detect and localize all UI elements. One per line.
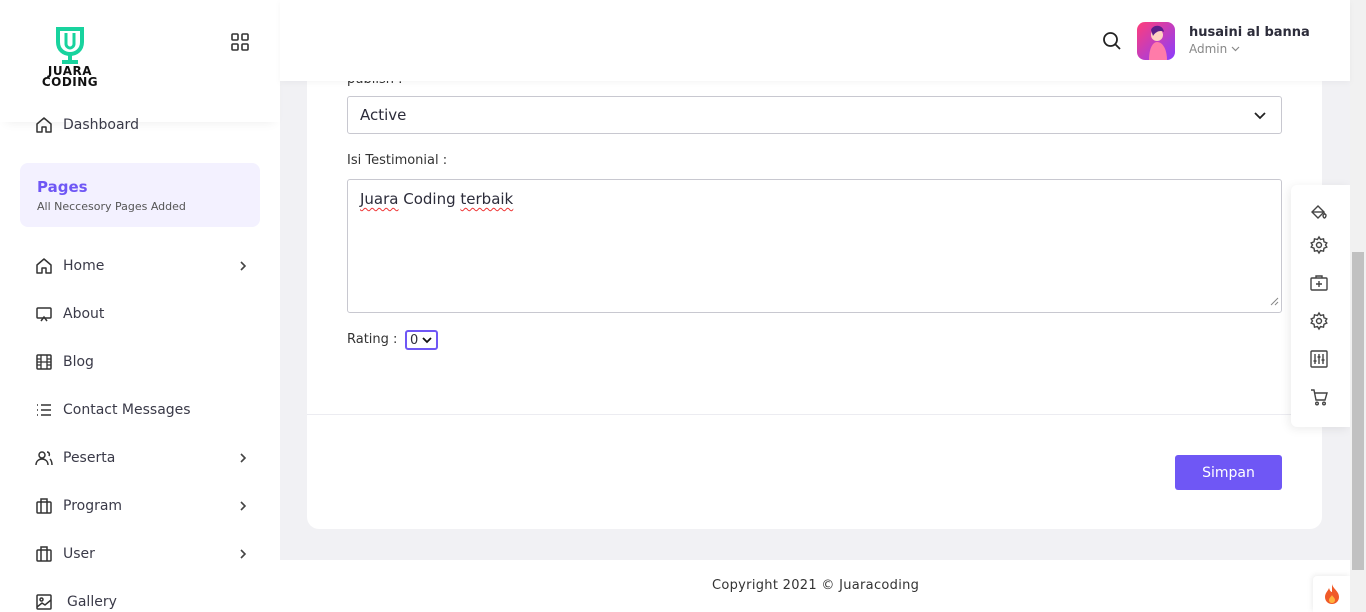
chevron-right-icon (238, 498, 248, 518)
rating-select[interactable]: 0 (405, 330, 438, 350)
image-icon (34, 592, 54, 612)
paint-bucket-icon[interactable] (1309, 202, 1329, 222)
sidebar-item-label: Dashboard (63, 117, 139, 133)
textarea-word: terbaik (460, 190, 514, 208)
resize-handle-icon[interactable] (1270, 292, 1279, 310)
film-icon (34, 352, 54, 372)
sidebar-item-label: Program (63, 498, 123, 514)
brand-logo[interactable]: JUARA CODING (34, 26, 106, 94)
save-button[interactable]: Simpan (1175, 455, 1282, 490)
sidebar-item-contact-messages[interactable]: Contact Messages (34, 398, 250, 422)
home-icon (34, 115, 54, 135)
home-icon (34, 256, 54, 276)
logo-text-line2: CODING (41, 75, 99, 89)
sidebar-item-home[interactable]: Home (34, 254, 250, 278)
sidebar-item-gallery[interactable]: Gallery (34, 590, 250, 612)
user-name[interactable]: husaini al banna (1189, 25, 1310, 40)
cart-icon[interactable] (1309, 387, 1329, 407)
sidebar-item-label: Contact Messages (63, 402, 191, 418)
pages-section-card: Pages All Neccesory Pages Added (20, 163, 260, 227)
user-role-text: Admin (1189, 42, 1228, 56)
sliders-icon[interactable] (1309, 349, 1329, 369)
list-icon (34, 400, 54, 420)
scrollbar-thumb[interactable] (1352, 252, 1364, 570)
sidebar-item-label: Home (63, 258, 105, 274)
isi-testimonial-label: Isi Testimonial : (347, 153, 448, 168)
medical-kit-icon[interactable] (1309, 273, 1329, 293)
chevron-right-icon (238, 450, 248, 470)
pages-title: Pages (37, 178, 88, 196)
users-icon (34, 448, 54, 468)
footer: Copyright 2021 © Juaracoding (280, 560, 1350, 612)
fire-icon[interactable] (1313, 576, 1350, 612)
briefcase-icon (34, 544, 54, 564)
trophy-logo-icon (56, 27, 84, 64)
sidebar-item-peserta[interactable]: Peserta (34, 446, 250, 470)
chevron-down-icon (422, 337, 432, 344)
monitor-icon (34, 304, 54, 324)
sidebar-item-label: User (63, 546, 95, 562)
briefcase-icon (34, 496, 54, 516)
sidebar-item-label: Blog (63, 354, 94, 370)
sidebar-item-label: Peserta (63, 450, 116, 466)
rating-label: Rating : (347, 332, 398, 347)
sidebar-item-blog[interactable]: Blog (34, 350, 250, 374)
chevron-down-icon (1253, 109, 1267, 127)
chevron-down-icon (1231, 46, 1240, 52)
sidebar-item-dashboard[interactable]: Dashboard (34, 113, 250, 137)
top-header: husaini al banna Admin (280, 0, 1350, 81)
sidebar-item-program[interactable]: Program (34, 494, 250, 518)
sidebar-item-about[interactable]: About (34, 302, 250, 326)
search-icon[interactable] (1102, 31, 1122, 55)
grid-menu-icon[interactable] (230, 32, 250, 52)
chevron-right-icon (238, 258, 248, 278)
rating-select-value: 0 (410, 332, 419, 348)
copyright-text: Copyright 2021 © Juaracoding (712, 578, 920, 593)
chevron-right-icon (238, 546, 248, 566)
settings-icon[interactable] (1309, 235, 1329, 255)
pages-subtitle: All Neccesory Pages Added (37, 200, 186, 213)
isi-testimonial-textarea[interactable]: Juara Coding terbaik (347, 179, 1282, 313)
right-toolbar (1291, 185, 1350, 427)
textarea-word: Juara (360, 190, 399, 208)
sidebar: JUARA CODING Dashboard Pages All Necceso… (0, 0, 280, 612)
logo-area: JUARA CODING (0, 0, 280, 122)
form-divider (307, 414, 1322, 415)
sidebar-item-label: Gallery (67, 594, 117, 610)
publish-select-value: Active (360, 106, 407, 124)
sidebar-item-label: About (63, 306, 105, 322)
textarea-word: Coding (398, 190, 461, 208)
user-role[interactable]: Admin (1189, 42, 1240, 56)
publish-select[interactable]: Active (347, 96, 1282, 134)
settings-icon[interactable] (1309, 311, 1329, 331)
user-avatar-icon (1149, 25, 1167, 60)
sidebar-item-user[interactable]: User (34, 542, 250, 566)
avatar[interactable] (1137, 22, 1175, 60)
